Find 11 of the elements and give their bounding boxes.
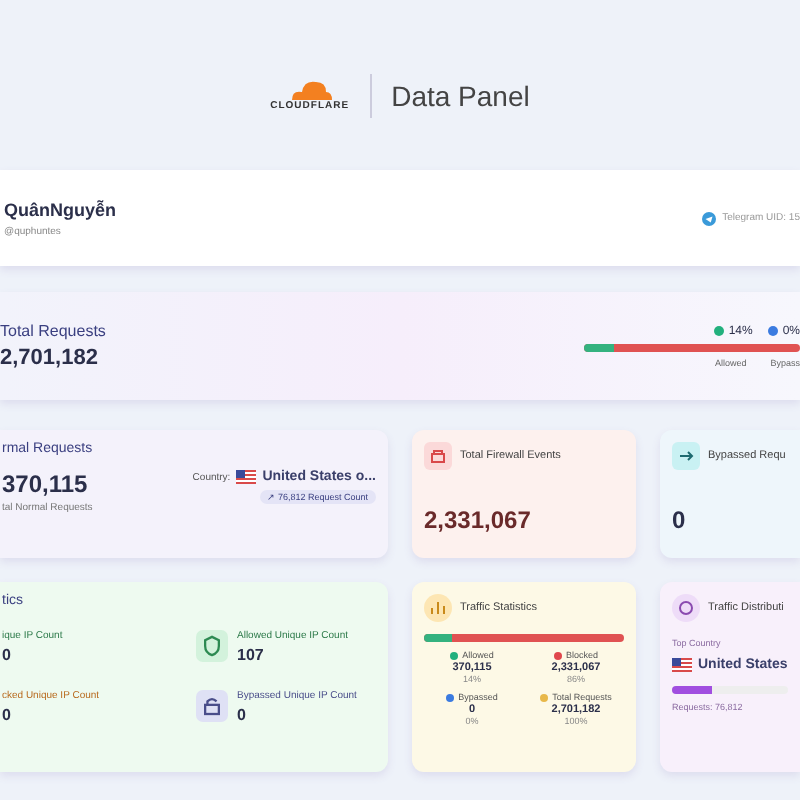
page-title: Data Panel bbox=[391, 79, 530, 111]
ip-count-value: 0 bbox=[2, 645, 13, 663]
normal-value: 370,115 bbox=[2, 470, 90, 498]
ip-count-value: 0 bbox=[2, 705, 13, 723]
bypassed-value: 0 bbox=[672, 506, 688, 534]
ip-count-value: 107 bbox=[237, 645, 266, 663]
user-name: QuânNguyễn bbox=[4, 199, 117, 219]
firewall-value: 2,331,067 bbox=[424, 506, 533, 534]
ip-count-value: 0 bbox=[237, 705, 248, 723]
total-label: Total Requests bbox=[0, 322, 106, 340]
total-value: 2,701,182 bbox=[0, 346, 100, 370]
